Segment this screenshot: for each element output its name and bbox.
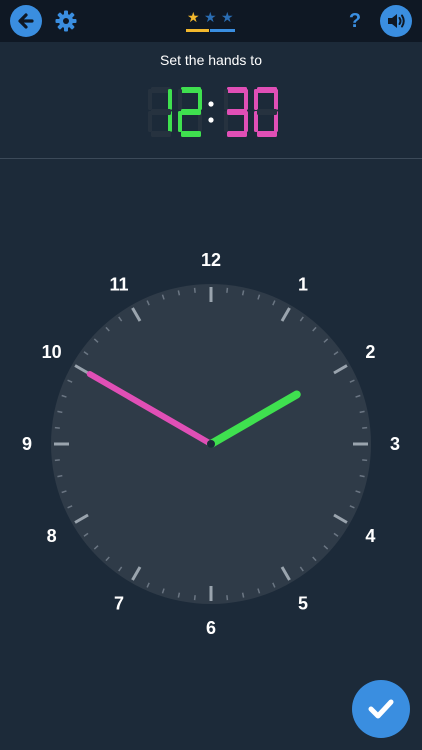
minute-tick: [226, 287, 229, 293]
segment-g: [181, 109, 201, 115]
segment-g: [227, 109, 247, 115]
clock-number: 4: [365, 526, 375, 546]
clock-number: 10: [42, 342, 62, 362]
clock-center: [207, 440, 215, 448]
segment-g: [151, 109, 171, 115]
segment-d: [181, 131, 201, 137]
clock-number: 9: [22, 434, 32, 454]
sound-button[interactable]: [380, 5, 412, 37]
minute-tick: [359, 410, 365, 414]
minute-tick: [241, 592, 245, 598]
star-empty-icon: ★: [221, 9, 234, 25]
digital-time-display: [148, 87, 278, 137]
minute-tick: [362, 459, 368, 462]
digit-hour-tens: [148, 87, 172, 137]
minute-tick: [177, 592, 181, 598]
arrow-left-icon: [18, 13, 34, 29]
minute-tick: [54, 459, 60, 462]
digit-minute-ones: [254, 87, 278, 137]
segment-g: [257, 109, 277, 115]
instruction-text: Set the hands to: [160, 52, 262, 68]
segment-f: [178, 89, 182, 110]
star-empty-icon: ★: [204, 9, 217, 25]
digit-hour-ones: [178, 87, 202, 137]
gear-icon: [55, 10, 77, 32]
clock-number: 12: [201, 250, 221, 270]
progress-segment-done: [186, 29, 209, 32]
help-button[interactable]: ?: [344, 8, 366, 34]
clock-number: 7: [114, 593, 124, 613]
segment-b: [274, 89, 278, 110]
minute-tick: [177, 290, 181, 296]
speaker-icon: [388, 14, 405, 28]
minute-tick: [362, 426, 368, 429]
segment-b: [244, 89, 248, 110]
analog-clock[interactable]: 121234567891011: [0, 240, 422, 640]
settings-button[interactable]: [54, 9, 78, 33]
confirm-button[interactable]: [352, 680, 410, 738]
segment-b: [168, 89, 172, 110]
time-colon: [208, 101, 214, 123]
clock-number: 5: [298, 593, 308, 613]
minute-tick: [193, 595, 196, 601]
digit-minute-tens: [224, 87, 248, 137]
segment-f: [224, 89, 228, 110]
minute-tick: [193, 287, 196, 293]
clock-number: 3: [390, 434, 400, 454]
divider: [0, 158, 422, 159]
minute-tick: [57, 410, 63, 414]
clock-number: 8: [47, 526, 57, 546]
minute-tick: [359, 474, 365, 478]
back-button[interactable]: [10, 5, 42, 37]
minute-tick: [226, 595, 229, 601]
segment-f: [148, 89, 152, 110]
minute-tick: [241, 290, 245, 296]
progress-segment-remaining: [210, 29, 235, 32]
segment-b: [198, 89, 202, 110]
clock-number: 11: [109, 275, 128, 295]
clock-number: 1: [298, 275, 308, 295]
segment-d: [151, 131, 171, 137]
segment-d: [257, 131, 277, 137]
star-progress: ★ ★ ★: [186, 10, 236, 32]
checkmark-icon: [368, 699, 394, 719]
segment-d: [227, 131, 247, 137]
top-bar: ★ ★ ★ ?: [0, 0, 422, 42]
star-earned-icon: ★: [187, 9, 200, 25]
clock-number: 2: [365, 342, 375, 362]
minute-tick: [57, 474, 63, 478]
minute-tick: [54, 426, 60, 429]
segment-f: [254, 89, 258, 110]
clock-number: 6: [206, 618, 216, 638]
question-mark-icon: ?: [348, 10, 362, 32]
